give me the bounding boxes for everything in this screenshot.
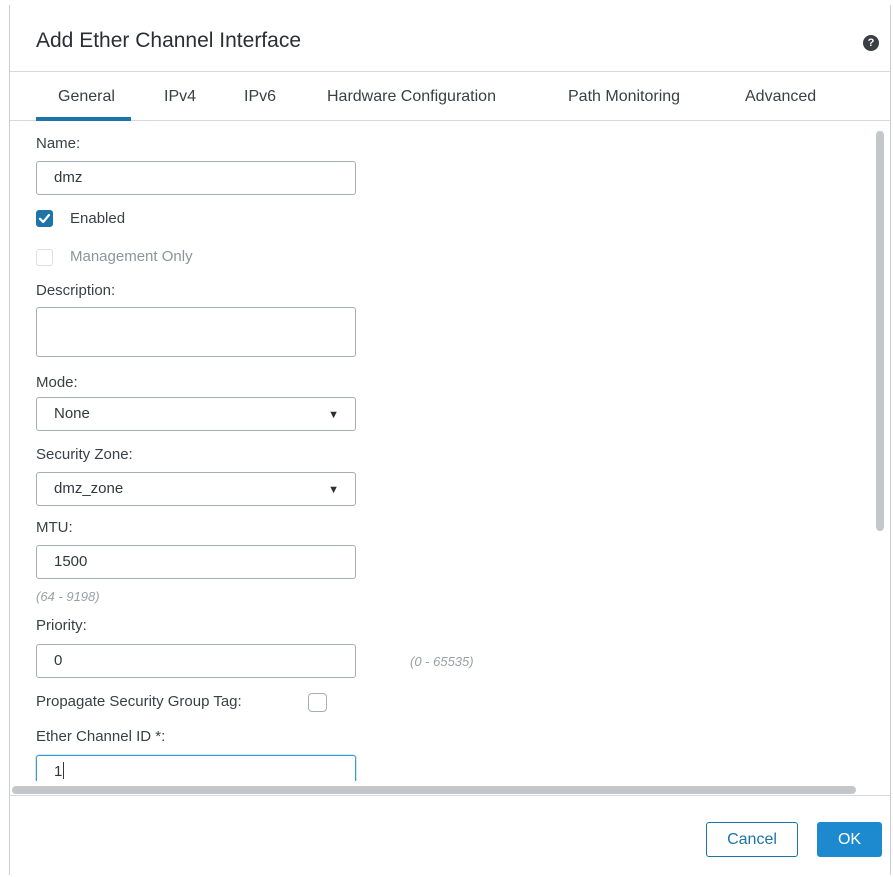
tab-ipv4[interactable]: IPv4 — [164, 88, 196, 106]
tab-advanced[interactable]: Advanced — [745, 88, 816, 106]
description-textarea[interactable] — [36, 307, 356, 357]
help-icon[interactable]: ? — [863, 35, 879, 51]
add-ether-channel-dialog: Add Ether Channel Interface ? General IP… — [9, 5, 891, 875]
tab-general[interactable]: General — [36, 88, 131, 121]
security-zone-label: Security Zone: — [36, 446, 133, 463]
ether-channel-id-value: 1 — [54, 763, 63, 780]
mode-select[interactable]: None ▼ — [36, 397, 356, 431]
ether-channel-id-label: Ether Channel ID *: — [36, 728, 166, 745]
caret-down-icon: ▼ — [328, 484, 339, 496]
text-cursor — [63, 762, 65, 779]
dialog-title: Add Ether Channel Interface — [36, 29, 302, 52]
tab-bar: General IPv4 IPv6 Hardware Configuration… — [10, 72, 890, 121]
mode-value: None — [54, 405, 90, 422]
horizontal-scrollbar[interactable] — [12, 786, 856, 794]
mtu-range-hint: (64 - 9198) — [36, 589, 100, 604]
propagate-sgt-label: Propagate Security Group Tag: — [36, 693, 242, 710]
enabled-label: Enabled — [70, 210, 126, 227]
cancel-button[interactable]: Cancel — [706, 822, 798, 857]
mode-label: Mode: — [36, 374, 78, 391]
checkmark-icon — [38, 213, 51, 224]
security-zone-value: dmz_zone — [54, 480, 124, 497]
footer-divider — [10, 795, 890, 796]
vertical-scrollbar[interactable] — [876, 131, 884, 531]
propagate-sgt-checkbox[interactable] — [308, 693, 327, 712]
tab-path-monitoring[interactable]: Path Monitoring — [568, 88, 680, 106]
ok-button[interactable]: OK — [817, 822, 882, 857]
security-zone-select[interactable]: dmz_zone ▼ — [36, 472, 356, 506]
caret-down-icon: ▼ — [328, 409, 339, 421]
mtu-input[interactable]: 1500 — [36, 545, 356, 579]
description-label: Description: — [36, 282, 116, 299]
dialog-header: Add Ether Channel Interface ? — [10, 5, 890, 72]
name-input[interactable]: dmz — [36, 161, 356, 195]
priority-range-hint: (0 - 65535) — [410, 654, 474, 669]
management-only-label: Management Only — [70, 248, 193, 265]
name-label: Name: — [36, 135, 81, 152]
tab-hardware-configuration[interactable]: Hardware Configuration — [327, 88, 496, 106]
management-only-checkbox — [36, 249, 53, 266]
mtu-label: MTU: — [36, 519, 73, 536]
priority-input[interactable]: 0 — [36, 644, 356, 678]
enabled-checkbox[interactable] — [36, 210, 53, 227]
tab-ipv6[interactable]: IPv6 — [244, 88, 276, 106]
priority-label: Priority: — [36, 617, 87, 634]
ether-channel-id-input[interactable]: 1 — [36, 755, 356, 781]
general-tab-content: Name: dmz Enabled Management Only Descri… — [10, 121, 890, 781]
